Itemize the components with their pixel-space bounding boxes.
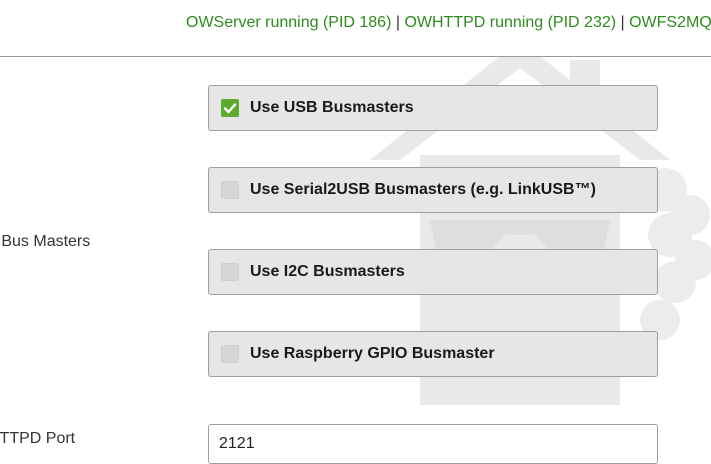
owserver-status: OWServer running (PID 186) <box>186 14 392 31</box>
usb-busmasters-label: Use USB Busmasters <box>250 99 414 116</box>
owfs2mqtt-status: OWFS2MQ <box>629 14 711 31</box>
httpd-port-input[interactable] <box>208 424 658 464</box>
option-serial2usb-busmasters[interactable]: Use Serial2USB Busmasters (e.g. LinkUSB™… <box>208 167 658 213</box>
status-separator: | <box>616 14 630 31</box>
gpio-busmaster-checkbox[interactable] <box>221 345 239 363</box>
serial2usb-busmasters-label: Use Serial2USB Busmasters (e.g. LinkUSB™… <box>250 181 596 198</box>
i2c-busmasters-label: Use I2C Busmasters <box>250 263 405 280</box>
usb-busmasters-checkbox[interactable] <box>221 99 239 117</box>
httpd-port-label: HTTPD Port <box>0 430 76 447</box>
serial2usb-busmasters-checkbox[interactable] <box>221 181 239 199</box>
option-i2c-busmasters[interactable]: Use I2C Busmasters <box>208 249 658 295</box>
service-status-line: OWServer running (PID 186) | OWHTTPD run… <box>186 13 711 33</box>
i2c-busmasters-checkbox[interactable] <box>221 263 239 281</box>
gpio-busmaster-label: Use Raspberry GPIO Busmaster <box>250 345 495 362</box>
status-bar: OWServer running (PID 186) | OWHTTPD run… <box>0 0 711 57</box>
bus-masters-label: e Bus Masters <box>0 233 91 250</box>
option-gpio-busmaster[interactable]: Use Raspberry GPIO Busmaster <box>208 331 658 377</box>
status-separator: | <box>391 14 405 31</box>
option-usb-busmasters[interactable]: Use USB Busmasters <box>208 85 658 131</box>
owhttpd-status: OWHTTPD running (PID 232) <box>404 14 617 31</box>
checkmark-icon <box>223 103 237 114</box>
